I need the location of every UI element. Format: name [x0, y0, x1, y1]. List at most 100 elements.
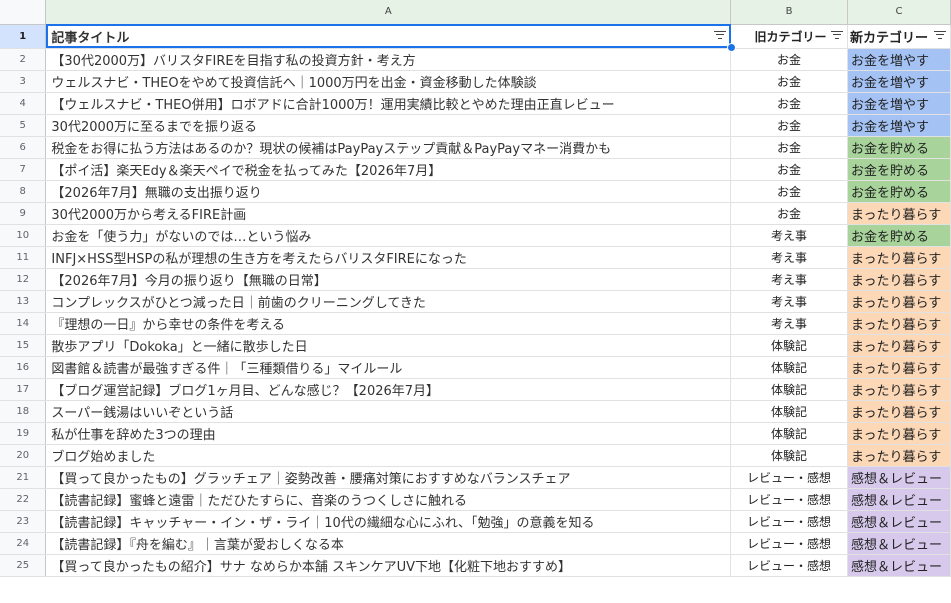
- row-number[interactable]: 9: [0, 202, 47, 225]
- row-number[interactable]: 11: [0, 246, 47, 269]
- row-number[interactable]: 18: [0, 400, 47, 423]
- row-number[interactable]: 19: [0, 422, 47, 445]
- row-number[interactable]: 21: [0, 466, 47, 489]
- old-category-cell[interactable]: お金: [730, 158, 848, 181]
- title-cell[interactable]: スーパー銭湯はいいぞという話: [45, 400, 732, 423]
- new-category-cell[interactable]: まったり暮らす: [847, 422, 951, 445]
- old-category-cell[interactable]: お金: [730, 70, 848, 93]
- old-category-cell[interactable]: レビュー・感想: [730, 510, 848, 533]
- new-category-cell[interactable]: 感想＆レビュー: [847, 554, 951, 577]
- old-category-header-cell[interactable]: 旧カテゴリー: [730, 24, 848, 49]
- title-cell[interactable]: 【買って良かったもの】グラッチェア｜姿勢改善・腰痛対策におすすめなバランスチェア: [45, 465, 732, 489]
- new-category-cell[interactable]: まったり暮らす: [847, 378, 951, 401]
- new-category-cell[interactable]: まったり暮らす: [847, 312, 951, 335]
- row-number[interactable]: 5: [0, 114, 47, 137]
- old-category-cell[interactable]: 体験記: [730, 422, 848, 445]
- old-category-cell[interactable]: 体験記: [730, 378, 848, 401]
- title-cell[interactable]: 私が仕事を辞めた3つの理由: [45, 422, 732, 445]
- new-category-cell[interactable]: まったり暮らす: [847, 268, 951, 291]
- new-category-cell[interactable]: 感想＆レビュー: [847, 532, 951, 555]
- title-cell[interactable]: 【ポイ活】楽天Edy＆楽天ペイで税金を払ってみた【2026年7月】: [45, 158, 732, 181]
- title-cell[interactable]: ウェルスナビ・THEOをやめて投資信託へ｜1000万円を出金・資金移動した体験談: [45, 70, 732, 93]
- new-category-cell[interactable]: まったり暮らす: [847, 444, 951, 467]
- old-category-cell[interactable]: 体験記: [730, 444, 848, 467]
- old-category-cell[interactable]: お金: [730, 92, 848, 115]
- new-category-cell[interactable]: まったり暮らす: [847, 333, 951, 357]
- row-number[interactable]: 12: [0, 268, 47, 291]
- row-number[interactable]: 13: [0, 290, 47, 313]
- column-header-a[interactable]: A: [45, 0, 732, 25]
- old-category-cell[interactable]: お金: [730, 180, 848, 203]
- old-category-cell[interactable]: 体験記: [730, 333, 848, 357]
- row-number[interactable]: 10: [0, 224, 47, 247]
- old-category-cell[interactable]: レビュー・感想: [730, 554, 848, 577]
- row-number[interactable]: 22: [0, 488, 47, 511]
- new-category-cell[interactable]: お金を貯める: [847, 223, 951, 247]
- old-category-cell[interactable]: 考え事: [730, 312, 848, 335]
- select-all-corner[interactable]: [0, 0, 47, 25]
- new-category-cell[interactable]: お金を貯める: [847, 136, 951, 159]
- title-cell[interactable]: 【読書記録】『舟を編む』｜言葉が愛おしくなる本: [45, 532, 732, 555]
- selection-fill-handle[interactable]: [727, 43, 736, 52]
- title-cell[interactable]: 【ウェルスナビ・THEO併用】ロボアドに合計1000万！運用実績比較とやめた理由…: [45, 92, 732, 115]
- old-category-cell[interactable]: レビュー・感想: [730, 465, 848, 489]
- row-number[interactable]: 2: [0, 48, 47, 71]
- title-cell[interactable]: 【読書記録】キャッチャー・イン・ザ・ライ｜10代の繊細な心にふれ、「勉強」の意義…: [45, 510, 732, 533]
- title-cell[interactable]: コンプレックスがひとつ減った日｜前歯のクリーニングしてきた: [45, 290, 732, 313]
- row-number[interactable]: 3: [0, 70, 47, 93]
- new-category-cell[interactable]: まったり暮らす: [847, 202, 951, 225]
- old-category-cell[interactable]: レビュー・感想: [730, 488, 848, 511]
- title-cell[interactable]: 【買って良かったもの紹介】サナ なめらか本舗 スキンケアUV下地【化粧下地おすす…: [45, 554, 732, 577]
- old-category-cell[interactable]: レビュー・感想: [730, 532, 848, 555]
- filter-icon[interactable]: [934, 30, 946, 43]
- new-category-cell[interactable]: まったり暮らす: [847, 246, 951, 269]
- title-cell[interactable]: 【30代2000万】バリスタFIREを目指す私の投資方針・考え方: [45, 48, 732, 71]
- title-cell[interactable]: 散歩アプリ「Dokoka」と一緒に散歩した日: [45, 333, 732, 357]
- new-category-cell[interactable]: お金を増やす: [847, 48, 951, 71]
- new-category-cell[interactable]: まったり暮らす: [847, 356, 951, 379]
- row-number[interactable]: 7: [0, 158, 47, 181]
- new-category-cell[interactable]: お金を増やす: [847, 70, 951, 93]
- new-category-cell[interactable]: 感想＆レビュー: [847, 488, 951, 511]
- row-number[interactable]: 17: [0, 378, 47, 401]
- new-category-header-cell[interactable]: 新カテゴリー: [847, 24, 951, 49]
- row-number[interactable]: 23: [0, 510, 47, 533]
- new-category-cell[interactable]: お金を増やす: [847, 114, 951, 137]
- old-category-cell[interactable]: 考え事: [730, 223, 848, 247]
- title-cell[interactable]: 【2026年7月】今月の振り返り【無職の日常】: [45, 268, 732, 291]
- title-cell[interactable]: ブログ始めました: [45, 444, 732, 467]
- row-number[interactable]: 25: [0, 554, 47, 577]
- title-cell[interactable]: 【2026年7月】無職の支出振り返り: [45, 180, 732, 203]
- row-number[interactable]: 20: [0, 444, 47, 467]
- new-category-cell[interactable]: まったり暮らす: [847, 290, 951, 313]
- title-cell[interactable]: お金を「使う力」がないのでは…という悩み: [45, 223, 732, 247]
- old-category-cell[interactable]: お金: [730, 202, 848, 225]
- old-category-cell[interactable]: 考え事: [730, 290, 848, 313]
- title-cell[interactable]: 図書館＆読書が最強すぎる件｜「三種類借りる」マイルール: [45, 356, 732, 379]
- new-category-cell[interactable]: 感想＆レビュー: [847, 510, 951, 533]
- title-cell[interactable]: 【読書記録】蜜蜂と遠雷｜ただひたすらに、音楽のうつくしさに触れる: [45, 488, 732, 511]
- filter-icon[interactable]: [714, 30, 727, 43]
- title-cell[interactable]: 30代2000万から考えるFIRE計画: [45, 202, 732, 225]
- old-category-cell[interactable]: 考え事: [730, 246, 848, 269]
- title-cell[interactable]: INFJ×HSS型HSPの私が理想の生き方を考えたらバリスタFIREになった: [45, 246, 732, 269]
- row-number[interactable]: 1: [0, 24, 47, 49]
- old-category-cell[interactable]: 体験記: [730, 400, 848, 423]
- title-cell[interactable]: 30代2000万に至るまでを振り返る: [45, 114, 732, 137]
- title-cell[interactable]: 【ブログ運営記録】ブログ1ヶ月目、どんな感じ？【2026年7月】: [45, 378, 732, 401]
- column-header-b[interactable]: B: [730, 0, 848, 25]
- old-category-cell[interactable]: 考え事: [730, 268, 848, 291]
- new-category-cell[interactable]: お金を貯める: [847, 158, 951, 181]
- new-category-cell[interactable]: お金を増やす: [847, 92, 951, 115]
- row-number[interactable]: 15: [0, 334, 47, 357]
- column-header-c[interactable]: C: [847, 0, 951, 25]
- row-number[interactable]: 6: [0, 136, 47, 159]
- row-number[interactable]: 14: [0, 312, 47, 335]
- filter-icon[interactable]: [831, 30, 843, 43]
- row-number[interactable]: 8: [0, 180, 47, 203]
- old-category-cell[interactable]: お金: [730, 48, 848, 71]
- new-category-cell[interactable]: 感想＆レビュー: [847, 465, 951, 489]
- old-category-cell[interactable]: お金: [730, 114, 848, 137]
- new-category-cell[interactable]: まったり暮らす: [847, 400, 951, 423]
- title-cell[interactable]: 税金をお得に払う方法はあるのか？現状の候補はPayPayステップ貢献＆PayPa…: [45, 136, 732, 159]
